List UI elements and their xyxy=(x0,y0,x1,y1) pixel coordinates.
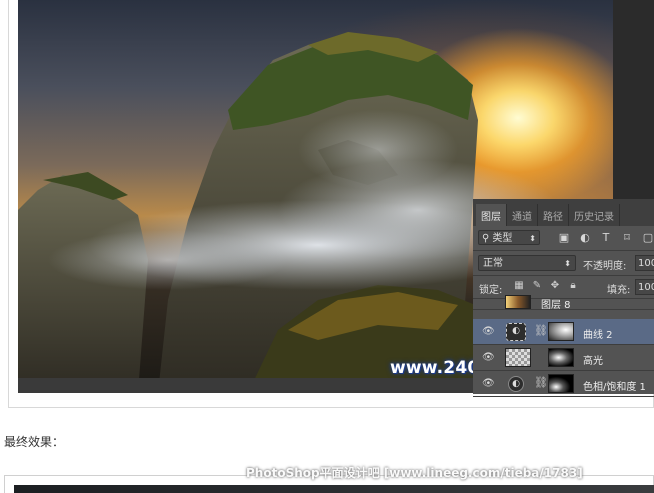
lock-paint-icon[interactable]: ✎ xyxy=(531,280,543,291)
layer-row[interactable]: 图层 8 xyxy=(473,295,654,311)
updown-arrow-icon: ⬍ xyxy=(529,234,536,243)
panel-tabs: 图层 通道 路径 历史记录 xyxy=(473,199,654,226)
eye-icon[interactable]: 👁︎ xyxy=(482,326,495,337)
layer-row-selected[interactable]: 👁︎ ◐ ⛓︎ 曲线 2 xyxy=(473,319,654,345)
tab-channels[interactable]: 通道 xyxy=(507,204,538,226)
tab-paths[interactable]: 路径 xyxy=(538,204,569,226)
layer-name: 曲线 2 xyxy=(583,330,613,341)
photo-bottom-bar xyxy=(18,378,473,393)
link-icon[interactable]: ⛓︎ xyxy=(534,324,548,337)
layer-name: 色相/饱和度 1 xyxy=(583,382,646,393)
layers-panel: 图层 通道 路径 历史记录 ⚲ 类型 ⬍ ▣ ◐ T ⌑ ▢ 正常 ⬍ 不透明度:… xyxy=(473,199,654,397)
updown-arrow-icon: ⬍ xyxy=(564,259,571,268)
fill-label: 填充: xyxy=(607,285,631,296)
adjustment-filter-icon[interactable]: ◐ xyxy=(578,231,592,244)
caption-text: 最终效果： xyxy=(4,435,65,449)
search-icon: ⚲ xyxy=(482,233,490,244)
layer-thumbnail xyxy=(505,348,531,367)
filter-kind-select[interactable]: ⚲ 类型 ⬍ xyxy=(478,230,540,245)
filter-icons: ▣ ◐ T ⌑ ▢ xyxy=(557,231,654,244)
layer-name: 图层 8 xyxy=(541,300,571,311)
lock-transparent-icon[interactable]: ▦ xyxy=(513,280,525,291)
layer-name: 高光 xyxy=(583,356,603,367)
layer-mask-thumbnail[interactable] xyxy=(548,374,574,393)
shape-filter-icon[interactable]: ⌑ xyxy=(620,231,634,244)
link-icon[interactable]: ⛓︎ xyxy=(534,376,548,389)
opacity-label: 不透明度: xyxy=(583,261,627,272)
layer-row[interactable]: 👁︎ ◐ ⛓︎ 色相/饱和度 1 xyxy=(473,371,654,397)
fill-input[interactable]: 100 xyxy=(635,279,654,295)
footer-watermark: PhotoShop平面设计吧 [www.lineeg.com/tieba/178… xyxy=(246,466,583,480)
curves-adjustment-icon: ◐ xyxy=(506,323,526,341)
blend-mode-select[interactable]: 正常 ⬍ xyxy=(478,255,576,271)
lock-move-icon[interactable]: ✥ xyxy=(549,280,561,291)
hue-saturation-adjustment-icon: ◐ xyxy=(508,376,524,392)
layer-row[interactable]: 👁︎ 高光 xyxy=(473,345,654,371)
eye-icon[interactable]: 👁︎ xyxy=(482,352,495,363)
blend-mode-value: 正常 xyxy=(483,258,503,269)
layer-mask-thumbnail[interactable] xyxy=(548,322,574,341)
tab-history[interactable]: 历史记录 xyxy=(569,204,620,226)
eye-icon[interactable]: 👁︎ xyxy=(482,378,495,389)
layer-mask-thumbnail[interactable] xyxy=(548,348,574,367)
canvas-background-strip xyxy=(613,0,654,205)
lock-icons: ▦ ✎ ✥ 🔒︎ xyxy=(513,280,579,291)
filter-row: ⚲ 类型 ⬍ ▣ ◐ T ⌑ ▢ xyxy=(473,226,654,251)
opacity-input[interactable]: 100 xyxy=(635,255,654,271)
tab-layers[interactable]: 图层 xyxy=(476,204,507,226)
blend-row: 正常 ⬍ 不透明度: 100 xyxy=(473,251,654,276)
lock-all-icon[interactable]: 🔒︎ xyxy=(567,280,579,291)
next-image-strip xyxy=(14,485,654,493)
layer-thumbnail xyxy=(505,295,531,309)
lock-label: 锁定: xyxy=(479,285,503,296)
type-filter-icon[interactable]: T xyxy=(599,231,613,244)
smart-object-filter-icon[interactable]: ▢ xyxy=(641,231,654,244)
image-filter-icon[interactable]: ▣ xyxy=(557,231,571,244)
filter-kind-label: 类型 xyxy=(492,233,513,244)
